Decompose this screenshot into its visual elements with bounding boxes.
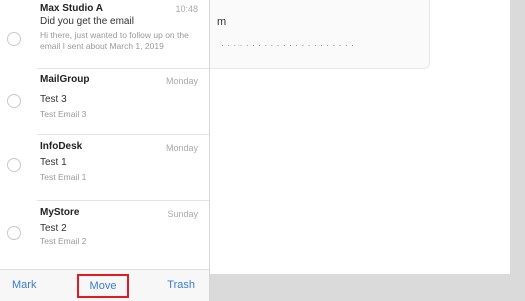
message-preview: Test Email 3 [40, 109, 87, 119]
mail-app: Max Studio A 10:48 Did you get the email… [0, 0, 525, 301]
list-item[interactable]: MailGroup Monday Test 3 Test Email 3 [0, 69, 209, 135]
message-preview: Test Email 2 [40, 236, 87, 246]
select-radio[interactable] [7, 32, 21, 46]
message-sender: Max Studio A [40, 3, 103, 14]
mark-button[interactable]: Mark [12, 279, 36, 291]
message-detail-pane: m · · · · · · · · · · · · · · · · · · · … [210, 0, 525, 301]
message-preview: Hi there, just wanted to follow up on th… [40, 30, 189, 40]
detail-line: m [217, 16, 227, 28]
list-item[interactable]: Max Studio A 10:48 Did you get the email… [0, 3, 209, 69]
message-sender: MyStore [40, 207, 80, 218]
bottom-toolbar: Mark Move Trash [0, 269, 209, 301]
message-subject: Test 2 [40, 223, 67, 234]
message-sender: InfoDesk [40, 141, 83, 152]
move-button[interactable]: Move [77, 274, 129, 298]
message-date: Sunday [167, 209, 198, 219]
message-date: Monday [165, 76, 198, 86]
message-list-pane: Max Studio A 10:48 Did you get the email… [0, 0, 210, 301]
message-sender: MailGroup [40, 74, 90, 85]
message-subject: Test 1 [40, 157, 67, 168]
message-preview: Test Email 1 [40, 172, 87, 182]
trash-button[interactable]: Trash [167, 279, 195, 291]
detail-text: · · · · · · · · · · · · · · · · · · · · … [221, 40, 355, 50]
message-subject: Did you get the email [40, 16, 134, 27]
select-radio[interactable] [7, 94, 21, 108]
select-radio[interactable] [7, 226, 21, 240]
message-sheet: m · · · · · · · · · · · · · · · · · · · … [210, 0, 510, 274]
list-item[interactable]: MyStore Sunday Test 2 Test Email 2 [0, 201, 209, 267]
message-list[interactable]: Max Studio A 10:48 Did you get the email… [0, 0, 209, 269]
message-date: 10:48 [175, 4, 198, 14]
list-item[interactable]: InfoDesk Monday Test 1 Test Email 1 [0, 135, 209, 201]
message-subject: Test 3 [40, 94, 67, 105]
message-header-card: m · · · · · · · · · · · · · · · · · · · … [210, 0, 430, 69]
message-date: Monday [165, 143, 198, 153]
message-preview-2: email I sent about March 1, 2019 [40, 41, 164, 51]
select-radio[interactable] [7, 158, 21, 172]
